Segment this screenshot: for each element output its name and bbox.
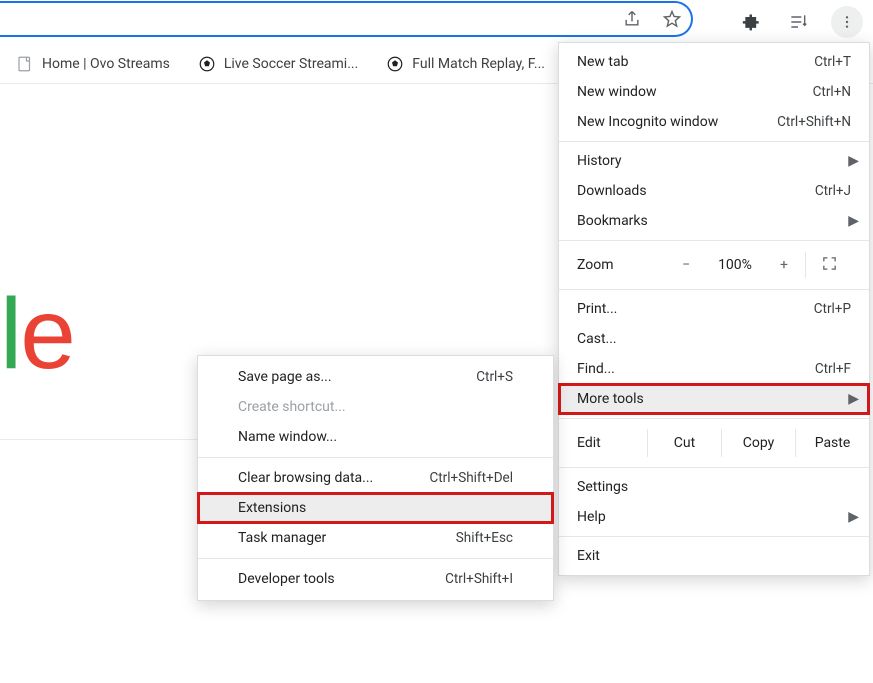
logo-letter-l: l	[0, 278, 20, 390]
menu-label: Settings	[577, 479, 628, 495]
menu-label: Extensions	[238, 500, 306, 516]
star-icon[interactable]	[659, 6, 685, 32]
google-logo-fragment: le	[0, 284, 74, 384]
menu-separator	[559, 536, 869, 537]
menu-shortcut: Ctrl+T	[814, 54, 851, 70]
menu-shortcut: Ctrl+P	[814, 301, 851, 317]
menu-new-window[interactable]: New window Ctrl+N	[559, 77, 869, 107]
chrome-menu-button[interactable]	[831, 6, 863, 38]
edit-cut[interactable]: Cut	[647, 429, 721, 457]
menu-more-tools[interactable]: More tools ▶	[559, 384, 869, 414]
bookmark-label: Live Soccer Streami...	[224, 56, 358, 72]
fullscreen-icon	[821, 255, 838, 272]
menu-label: Find...	[577, 361, 615, 377]
browser-toolbar	[0, 0, 873, 40]
chevron-right-icon: ▶	[848, 213, 859, 229]
bookmark-label: Home | Ovo Streams	[42, 56, 170, 72]
chevron-right-icon: ▶	[848, 153, 859, 169]
menu-separator	[559, 289, 869, 290]
chevron-right-icon: ▶	[848, 509, 859, 525]
menu-print[interactable]: Print... Ctrl+P	[559, 294, 869, 324]
menu-label: History	[577, 153, 622, 169]
fullscreen-button[interactable]	[806, 255, 852, 276]
menu-new-tab[interactable]: New tab Ctrl+T	[559, 47, 869, 77]
soccer-icon	[198, 55, 216, 73]
menu-shortcut: Ctrl+N	[813, 84, 851, 100]
menu-history[interactable]: History ▶	[559, 146, 869, 176]
menu-separator	[559, 240, 869, 241]
extensions-icon[interactable]	[739, 9, 765, 35]
menu-shortcut: Shift+Esc	[456, 530, 513, 546]
soccer-icon	[386, 55, 404, 73]
page-icon	[16, 55, 34, 73]
menu-shortcut: Ctrl+J	[815, 183, 851, 199]
chevron-right-icon: ▶	[848, 391, 859, 407]
menu-label: Developer tools	[238, 571, 335, 587]
menu-separator	[559, 467, 869, 468]
edit-label: Edit	[577, 435, 647, 451]
submenu-extensions[interactable]: Extensions	[198, 493, 553, 523]
menu-label: New window	[577, 84, 656, 100]
edit-copy[interactable]: Copy	[721, 429, 795, 457]
menu-shortcut: Ctrl+Shift+N	[777, 114, 851, 130]
menu-label: Downloads	[577, 183, 647, 199]
menu-cast[interactable]: Cast...	[559, 324, 869, 354]
more-tools-submenu: Save page as... Ctrl+S Create shortcut..…	[197, 355, 554, 601]
menu-find[interactable]: Find... Ctrl+F	[559, 354, 869, 384]
menu-label: Save page as...	[238, 369, 332, 385]
menu-shortcut: Ctrl+Shift+Del	[429, 470, 513, 486]
menu-label: Help	[577, 509, 606, 525]
omnibox-action-icons	[619, 6, 685, 32]
chrome-main-menu: New tab Ctrl+T New window Ctrl+N New Inc…	[558, 42, 870, 576]
menu-zoom-row: Zoom − 100% +	[559, 245, 869, 285]
submenu-task-manager[interactable]: Task manager Shift+Esc	[198, 523, 553, 553]
zoom-value: 100%	[707, 257, 763, 273]
submenu-clear-browsing-data[interactable]: Clear browsing data... Ctrl+Shift+Del	[198, 463, 553, 493]
menu-shortcut: Ctrl+S	[476, 369, 513, 385]
menu-label: New Incognito window	[577, 114, 718, 130]
submenu-save-page[interactable]: Save page as... Ctrl+S	[198, 362, 553, 392]
menu-separator	[559, 141, 869, 142]
menu-edit-row: Edit Cut Copy Paste	[559, 423, 869, 463]
menu-label: Clear browsing data...	[238, 470, 373, 486]
reading-list-icon[interactable]	[785, 9, 811, 35]
bookmark-live-soccer[interactable]: Live Soccer Streami...	[188, 51, 368, 77]
menu-exit[interactable]: Exit	[559, 541, 869, 571]
menu-label: Exit	[577, 548, 600, 564]
menu-separator	[198, 457, 553, 458]
bookmark-label: Full Match Replay, F...	[412, 56, 545, 72]
bookmark-full-match[interactable]: Full Match Replay, F...	[376, 51, 555, 77]
edit-paste[interactable]: Paste	[795, 429, 869, 457]
bookmark-ovo-streams[interactable]: Home | Ovo Streams	[6, 51, 180, 77]
menu-downloads[interactable]: Downloads Ctrl+J	[559, 176, 869, 206]
zoom-out-button[interactable]: −	[665, 251, 707, 279]
menu-label: More tools	[577, 391, 644, 407]
menu-label: Print...	[577, 301, 617, 317]
omnibox[interactable]	[0, 1, 693, 37]
submenu-name-window[interactable]: Name window...	[198, 422, 553, 452]
menu-label: Cast...	[577, 331, 617, 347]
menu-shortcut: Ctrl+F	[815, 361, 851, 377]
menu-label: Create shortcut...	[238, 399, 346, 415]
zoom-label: Zoom	[577, 257, 665, 273]
menu-shortcut: Ctrl+Shift+I	[445, 571, 513, 587]
menu-help[interactable]: Help ▶	[559, 502, 869, 532]
logo-letter-e: e	[20, 278, 74, 390]
share-icon[interactable]	[619, 6, 645, 32]
menu-settings[interactable]: Settings	[559, 472, 869, 502]
menu-label: Task manager	[238, 530, 326, 546]
menu-bookmarks[interactable]: Bookmarks ▶	[559, 206, 869, 236]
menu-separator	[559, 418, 869, 419]
submenu-create-shortcut: Create shortcut...	[198, 392, 553, 422]
toolbar-right-icons	[739, 6, 863, 38]
menu-new-incognito[interactable]: New Incognito window Ctrl+Shift+N	[559, 107, 869, 137]
submenu-developer-tools[interactable]: Developer tools Ctrl+Shift+I	[198, 564, 553, 594]
menu-label: New tab	[577, 54, 628, 70]
menu-label: Name window...	[238, 429, 337, 445]
zoom-in-button[interactable]: +	[763, 251, 805, 279]
menu-separator	[198, 558, 553, 559]
menu-label: Bookmarks	[577, 213, 648, 229]
